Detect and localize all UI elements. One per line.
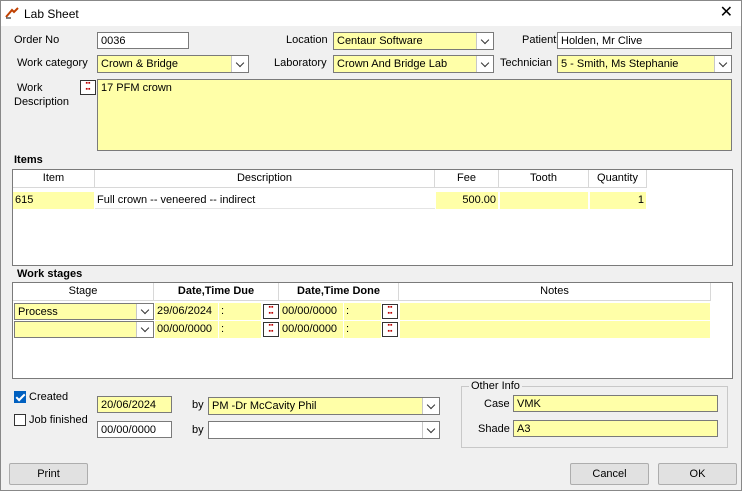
chevron-down-icon[interactable] bbox=[422, 422, 439, 438]
shade-label: Shade bbox=[478, 423, 510, 435]
job-finished-checkbox[interactable] bbox=[14, 414, 26, 426]
date-due-cell[interactable]: 29/06/2024 bbox=[155, 303, 218, 320]
order-no-label: Order No bbox=[14, 34, 60, 46]
items-section-label: Items bbox=[14, 154, 43, 166]
laboratory-label: Laboratory bbox=[274, 57, 327, 69]
stages-col-stage[interactable]: Stage bbox=[13, 283, 154, 301]
tooth-cell[interactable] bbox=[500, 192, 588, 209]
items-col-item[interactable]: Item bbox=[13, 170, 95, 188]
created-checkbox[interactable] bbox=[14, 391, 26, 403]
items-col-tooth[interactable]: Tooth bbox=[499, 170, 589, 188]
calendar-icon[interactable]: ▪▪ ▪▪ bbox=[263, 322, 279, 337]
work-category-value: Crown & Bridge bbox=[101, 58, 179, 70]
chevron-down-icon[interactable] bbox=[136, 322, 153, 337]
time-due-cell[interactable]: : bbox=[219, 303, 261, 320]
calendar-icon[interactable]: ▪▪ ▪▪ bbox=[382, 304, 398, 319]
notes-cell[interactable] bbox=[400, 303, 710, 320]
stages-col-date-done[interactable]: Date,Time Done bbox=[279, 283, 399, 301]
items-col-description[interactable]: Description bbox=[95, 170, 435, 188]
location-select[interactable]: Centaur Software bbox=[333, 32, 494, 50]
fee-cell[interactable]: 500.00 bbox=[436, 192, 498, 209]
window-title: Lab Sheet bbox=[24, 7, 79, 21]
stages-col-notes[interactable]: Notes bbox=[399, 283, 711, 301]
created-by-value: PM -Dr McCavity Phil bbox=[212, 400, 317, 412]
patient-label: Patient bbox=[522, 34, 557, 46]
quantity-cell[interactable]: 1 bbox=[590, 192, 646, 209]
case-label: Case bbox=[484, 398, 510, 410]
stage-value: Process bbox=[18, 306, 58, 318]
notes-cell[interactable] bbox=[400, 321, 710, 338]
other-info-label: Other Info bbox=[469, 380, 522, 392]
close-icon[interactable]: ✕ bbox=[720, 5, 733, 21]
work-description-label-1: Work bbox=[17, 82, 43, 94]
chevron-down-icon[interactable] bbox=[231, 56, 248, 72]
time-due-cell[interactable]: : bbox=[219, 321, 261, 338]
time-done-cell[interactable]: : bbox=[344, 303, 381, 320]
template-icon[interactable]: ▪▪ ▪▪ bbox=[80, 80, 96, 95]
laboratory-value: Crown And Bridge Lab bbox=[337, 58, 448, 70]
description-cell[interactable]: Full crown -- veneered -- indirect bbox=[95, 192, 435, 209]
stage-select[interactable]: Process bbox=[14, 303, 154, 320]
chevron-down-icon[interactable] bbox=[422, 398, 439, 414]
app-icon bbox=[5, 7, 19, 19]
calendar-icon[interactable]: ▪▪ ▪▪ bbox=[382, 322, 398, 337]
created-by-select[interactable]: PM -Dr McCavity Phil bbox=[208, 397, 440, 415]
case-field[interactable]: VMK bbox=[513, 395, 718, 412]
finished-by-select[interactable] bbox=[208, 421, 440, 439]
location-label: Location bbox=[286, 34, 328, 46]
ok-button[interactable]: OK bbox=[658, 463, 737, 485]
work-category-select[interactable]: Crown & Bridge bbox=[97, 55, 249, 73]
chevron-down-icon[interactable] bbox=[714, 56, 731, 72]
cancel-button[interactable]: Cancel bbox=[570, 463, 649, 485]
technician-label: Technician bbox=[500, 57, 552, 69]
technician-select[interactable]: 5 - Smith, Ms Stephanie bbox=[557, 55, 732, 73]
lab-sheet-window: Lab Sheet ✕ Order No 0036 Location Centa… bbox=[0, 0, 742, 491]
created-by-label: by bbox=[192, 399, 204, 411]
work-stages-grid: Stage Date,Time Due Date,Time Done Notes… bbox=[12, 282, 733, 379]
date-done-cell[interactable]: 00/00/0000 bbox=[280, 321, 343, 338]
stage-select[interactable] bbox=[14, 321, 154, 338]
job-finished-label: Job finished bbox=[29, 414, 88, 426]
time-done-cell[interactable]: : bbox=[344, 321, 381, 338]
work-description-label-2: Description bbox=[14, 96, 70, 108]
created-label: Created bbox=[29, 391, 69, 403]
laboratory-select[interactable]: Crown And Bridge Lab bbox=[333, 55, 494, 73]
title-bar: Lab Sheet ✕ bbox=[1, 1, 741, 26]
items-col-fee[interactable]: Fee bbox=[435, 170, 499, 188]
item-cell[interactable]: 615 bbox=[13, 192, 94, 209]
date-done-cell[interactable]: 00/00/0000 bbox=[280, 303, 343, 320]
items-col-quantity[interactable]: Quantity bbox=[589, 170, 647, 188]
shade-field[interactable]: A3 bbox=[513, 420, 718, 437]
stages-col-date-due[interactable]: Date,Time Due bbox=[154, 283, 279, 301]
work-description-field[interactable]: 17 PFM crown bbox=[97, 79, 732, 151]
work-stages-section-label: Work stages bbox=[17, 268, 83, 280]
chevron-down-icon[interactable] bbox=[476, 56, 493, 72]
items-grid: Item Description Fee Tooth Quantity 615 … bbox=[12, 169, 733, 266]
chevron-down-icon[interactable] bbox=[136, 304, 153, 319]
order-no-field[interactable]: 0036 bbox=[97, 32, 189, 49]
chevron-down-icon[interactable] bbox=[476, 33, 493, 49]
date-due-cell[interactable]: 00/00/0000 bbox=[155, 321, 218, 338]
finished-date-field[interactable]: 00/00/0000 bbox=[97, 421, 172, 438]
created-date-field[interactable]: 20/06/2024 bbox=[97, 396, 172, 413]
finished-by-label: by bbox=[192, 424, 204, 436]
calendar-icon[interactable]: ▪▪ ▪▪ bbox=[263, 304, 279, 319]
technician-value: 5 - Smith, Ms Stephanie bbox=[561, 58, 679, 70]
print-button[interactable]: Print bbox=[9, 463, 88, 485]
location-value: Centaur Software bbox=[337, 35, 423, 47]
work-category-label: Work category bbox=[17, 57, 88, 69]
patient-field[interactable]: Holden, Mr Clive bbox=[557, 32, 732, 49]
